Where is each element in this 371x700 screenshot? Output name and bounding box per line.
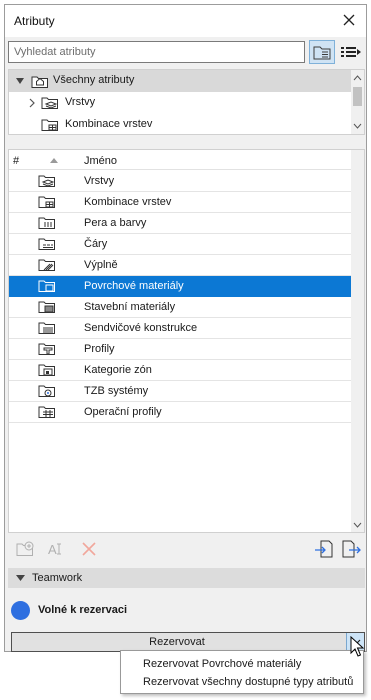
new-attribute-icon[interactable] bbox=[14, 539, 36, 559]
building-materials-icon bbox=[38, 301, 55, 313]
sort-ascending-icon[interactable] bbox=[49, 157, 59, 164]
status-indicator-icon bbox=[11, 601, 30, 620]
row-label: Vrstvy bbox=[84, 175, 115, 187]
row-label: Čáry bbox=[84, 238, 108, 250]
chevron-down-icon[interactable] bbox=[15, 75, 25, 87]
row-label: Povrchové materiály bbox=[84, 280, 184, 292]
reserve-split-button[interactable]: Rezervovat bbox=[11, 632, 365, 652]
attribute-toolbar: A bbox=[8, 535, 365, 563]
table-row[interactable]: Profily bbox=[9, 339, 352, 360]
scroll-down-icon[interactable] bbox=[353, 522, 362, 529]
table-row[interactable]: Stavební materiály bbox=[9, 297, 352, 318]
tree-scroll-thumb[interactable] bbox=[353, 87, 362, 106]
zone-categories-icon bbox=[38, 364, 55, 376]
table-row[interactable]: Vrstvy bbox=[9, 171, 352, 192]
row-label: Výplně bbox=[84, 259, 118, 271]
row-label: Profily bbox=[84, 343, 115, 355]
tree-item-label: Kombinace vrstev bbox=[65, 118, 153, 130]
attribute-table: # Jméno Vrstvy Kombinace vrstev Pera a b… bbox=[8, 149, 365, 533]
row-label: Stavební materiály bbox=[84, 301, 176, 313]
table-scrollbar[interactable] bbox=[351, 150, 364, 532]
house-folder-icon bbox=[31, 76, 48, 88]
list-menu-icon bbox=[341, 47, 361, 57]
row-label: TZB systémy bbox=[84, 385, 149, 397]
close-icon[interactable] bbox=[340, 11, 358, 29]
export-icon[interactable] bbox=[340, 539, 362, 559]
tree-item-label: Vrstvy bbox=[65, 96, 96, 108]
table-row[interactable]: Pera a barvy bbox=[9, 213, 352, 234]
surfaces-icon bbox=[38, 280, 55, 292]
chevron-right-icon[interactable] bbox=[27, 97, 37, 109]
tree-item-layers[interactable]: Vrstvy bbox=[9, 92, 352, 114]
mep-systems-icon bbox=[38, 385, 55, 397]
rename-icon[interactable]: A bbox=[46, 539, 68, 559]
table-row[interactable]: Čáry bbox=[9, 234, 352, 255]
row-label: Kategorie zón bbox=[84, 364, 152, 376]
layer-combination-icon bbox=[41, 119, 58, 131]
tree-scrollbar[interactable] bbox=[351, 70, 364, 134]
row-label: Pera a barvy bbox=[84, 217, 147, 229]
svg-text:A: A bbox=[48, 542, 57, 557]
table-row[interactable]: Kombinace vrstev bbox=[9, 192, 352, 213]
list-options-button[interactable] bbox=[338, 40, 364, 64]
composites-icon bbox=[38, 322, 55, 334]
layers-icon bbox=[38, 175, 55, 187]
tree-item-label: Všechny atributy bbox=[53, 74, 135, 86]
titlebar: Atributy bbox=[5, 5, 366, 37]
status-label: Volné k rezervaci bbox=[38, 604, 128, 616]
row-label: Sendvičové konstrukce bbox=[84, 322, 198, 334]
filter-view-button[interactable] bbox=[309, 40, 335, 64]
menu-item-reserve-surfaces[interactable]: Rezervovat Povrchové materiály bbox=[143, 658, 301, 670]
reserve-button-label: Rezervovat bbox=[149, 636, 205, 648]
folder-list-icon bbox=[313, 46, 331, 60]
menu-item-reserve-all[interactable]: Rezervovat všechny dostupné typy atribut… bbox=[143, 676, 353, 688]
search-input[interactable] bbox=[8, 41, 305, 63]
tree-item-all-attributes[interactable]: Všechny atributy bbox=[9, 70, 352, 92]
column-header-number[interactable]: # bbox=[13, 155, 19, 167]
mouse-cursor-icon bbox=[350, 636, 364, 657]
table-row[interactable]: Operační profily bbox=[9, 402, 352, 423]
row-label: Operační profily bbox=[84, 406, 162, 418]
lines-icon bbox=[38, 238, 55, 250]
table-row-selected[interactable]: Povrchové materiály bbox=[9, 276, 352, 297]
search-row bbox=[8, 40, 365, 66]
reserve-dropdown-menu: Rezervovat Povrchové materiály Rezervova… bbox=[120, 650, 364, 694]
table-row[interactable]: Kategorie zón bbox=[9, 360, 352, 381]
column-header-name[interactable]: Jméno bbox=[84, 155, 117, 167]
reservation-status: Volné k rezervaci bbox=[11, 599, 311, 621]
layers-icon bbox=[41, 97, 58, 109]
scroll-up-icon[interactable] bbox=[353, 74, 362, 81]
attributes-window: Atributy Všechny atri bbox=[4, 4, 367, 652]
table-row[interactable]: Sendvičové konstrukce bbox=[9, 318, 352, 339]
table-row[interactable]: Výplně bbox=[9, 255, 352, 276]
fills-icon bbox=[38, 259, 55, 271]
import-icon[interactable] bbox=[313, 539, 335, 559]
layer-combination-icon bbox=[38, 196, 55, 208]
window-title: Atributy bbox=[14, 14, 55, 28]
attribute-tree: Všechny atributy Vrstvy Kombinace vrstev bbox=[8, 69, 365, 135]
pens-colors-icon bbox=[38, 217, 55, 229]
delete-icon[interactable] bbox=[78, 539, 100, 559]
tree-item-layer-combinations[interactable]: Kombinace vrstev bbox=[9, 114, 352, 136]
teamwork-label: Teamwork bbox=[32, 572, 83, 584]
row-label: Kombinace vrstev bbox=[84, 196, 172, 208]
scroll-down-icon[interactable] bbox=[353, 123, 362, 130]
profiles-icon bbox=[38, 343, 55, 355]
table-row[interactable]: TZB systémy bbox=[9, 381, 352, 402]
operation-profiles-icon bbox=[38, 406, 55, 418]
table-header: # Jméno bbox=[9, 150, 352, 170]
teamwork-section-header[interactable]: Teamwork bbox=[8, 568, 365, 588]
collapse-arrow-icon bbox=[16, 575, 25, 581]
